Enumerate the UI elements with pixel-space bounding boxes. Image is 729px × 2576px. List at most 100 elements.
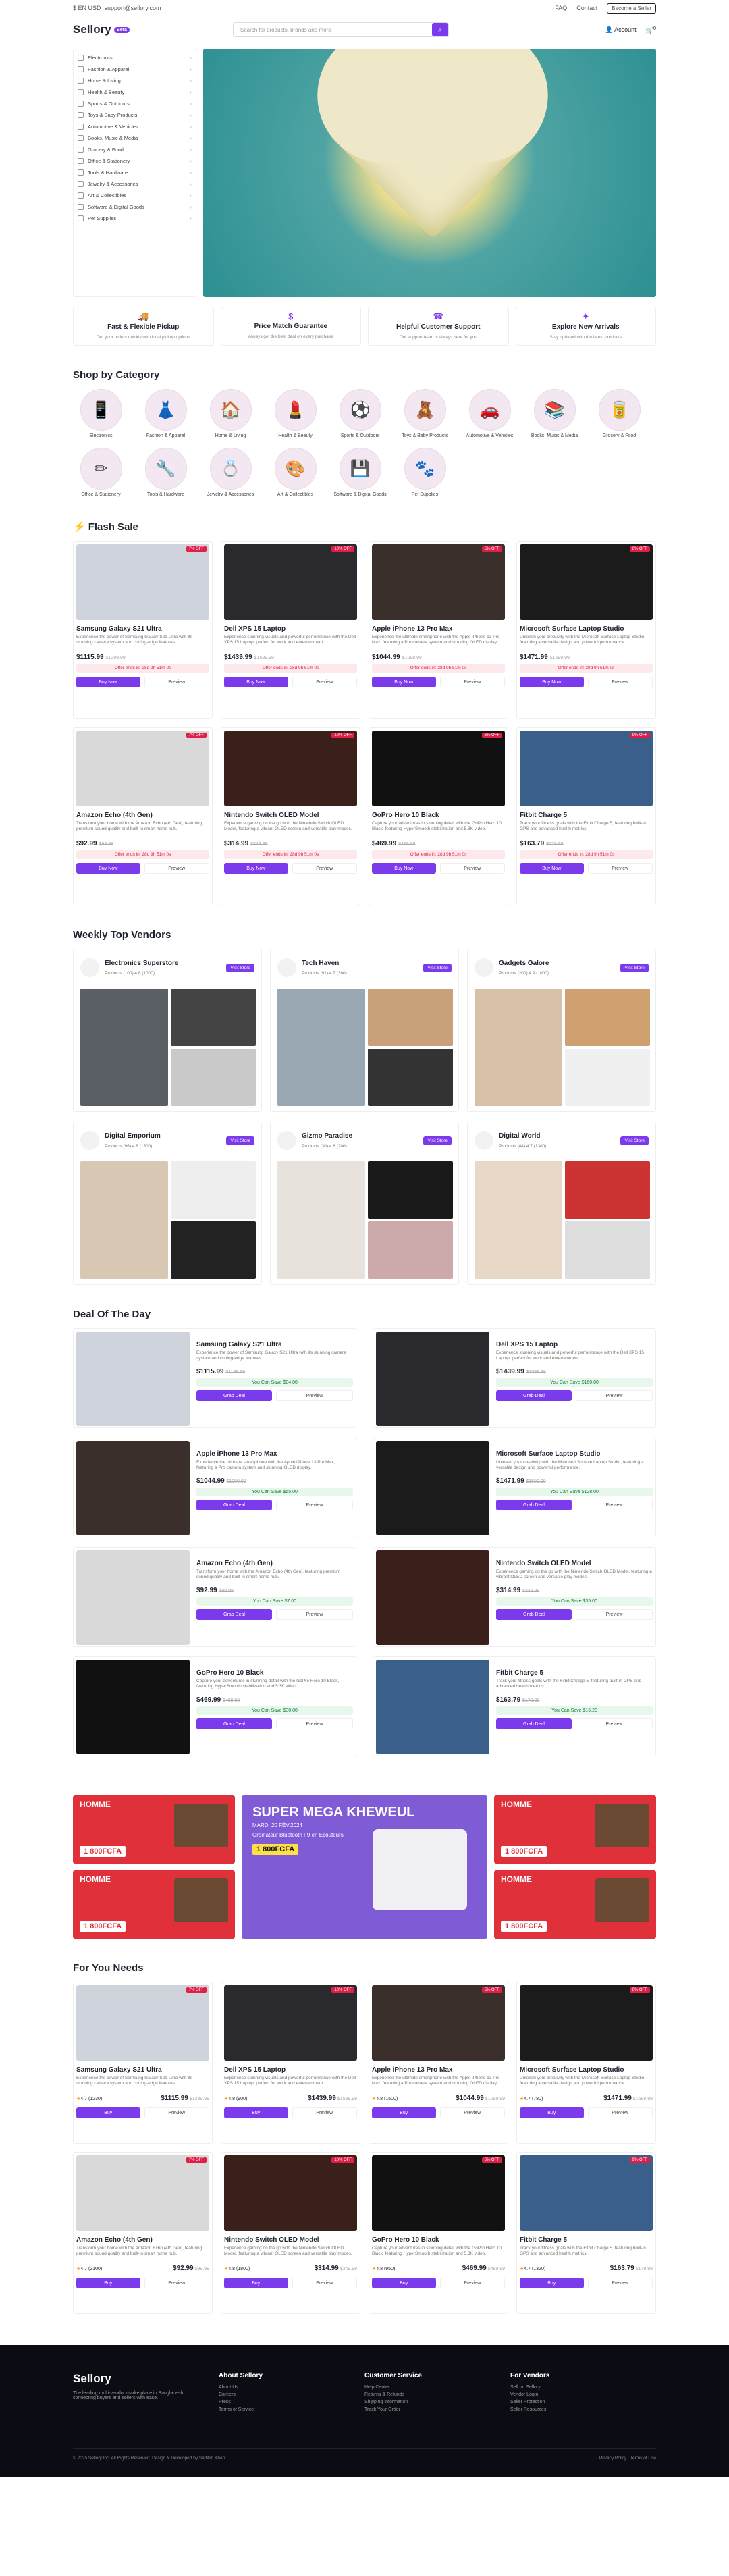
grab-deal-button[interactable]: Grab Deal <box>196 1390 272 1401</box>
category-item[interactable]: 🚗 Automotive & Vehicles <box>462 389 518 438</box>
product-card[interactable]: 7% OFF Samsung Galaxy S21 Ultra Experience… <box>73 541 213 719</box>
sidebar-item[interactable]: Software & Digital Goods › <box>78 201 192 213</box>
footer-link[interactable]: Careers <box>219 2392 364 2397</box>
grab-deal-button[interactable]: Grab Deal <box>196 1609 272 1620</box>
grab-deal-button[interactable]: Grab Deal <box>496 1718 572 1729</box>
sidebar-item[interactable]: Toys & Baby Products › <box>78 109 192 121</box>
category-item[interactable]: 💍 Jewelry & Accessories <box>202 448 259 497</box>
buy-now-button[interactable]: Buy Now <box>520 863 584 874</box>
product-name[interactable]: Samsung Galaxy S21 Ultra <box>76 625 209 633</box>
sidebar-item[interactable]: Office & Stationery › <box>78 155 192 167</box>
product-image[interactable]: 5% OFF <box>372 1985 505 2061</box>
promo-right-bottom[interactable]: HOMME 1 800FCFA <box>494 1870 656 1939</box>
product-name[interactable]: Dell XPS 15 Laptop <box>224 2066 357 2074</box>
vendor-image[interactable] <box>565 1161 650 1219</box>
footer-link[interactable]: About Us <box>219 2385 364 2390</box>
category-item[interactable]: 📱 Electronics <box>73 389 129 438</box>
buy-button[interactable]: Buy <box>224 2107 288 2118</box>
grab-deal-button[interactable]: Grab Deal <box>196 1718 272 1729</box>
deal-name[interactable]: Amazon Echo (4th Gen) <box>196 1560 353 1567</box>
vendor-image[interactable] <box>171 989 256 1046</box>
category-item[interactable]: 📚 Books, Music & Media <box>526 389 583 438</box>
product-image[interactable]: 8% OFF <box>520 544 653 620</box>
category-item[interactable]: 👗 Fashion & Apparel <box>138 389 194 438</box>
privacy-link[interactable]: Privacy Policy <box>599 2456 626 2461</box>
deal-image[interactable] <box>76 1660 190 1754</box>
product-name[interactable]: Samsung Galaxy S21 Ultra <box>76 2066 209 2074</box>
visit-store-button[interactable]: Visit Store <box>620 963 649 972</box>
product-card[interactable]: 7% OFF Amazon Echo (4th Gen) Transform you… <box>73 727 213 905</box>
sidebar-item[interactable]: Pet Supplies › <box>78 213 192 224</box>
sidebar-item[interactable]: Electronics › <box>78 52 192 63</box>
category-item[interactable]: 🎨 Art & Collectibles <box>267 448 323 497</box>
buy-now-button[interactable]: Buy Now <box>372 863 436 874</box>
contact-link[interactable]: Contact <box>576 5 597 11</box>
deal-image[interactable] <box>376 1332 489 1426</box>
category-item[interactable]: ⚽ Sports & Outdoors <box>332 389 388 438</box>
vendor-image[interactable] <box>475 989 562 1106</box>
product-name[interactable]: Apple iPhone 13 Pro Max <box>372 625 505 633</box>
vendor-image[interactable] <box>565 1049 650 1106</box>
promo-left-bottom[interactable]: HOMME 1 800FCFA <box>73 1870 235 1939</box>
deal-image[interactable] <box>76 1441 190 1535</box>
currency-select[interactable]: $ EN USD <box>73 5 101 11</box>
product-name[interactable]: Microsoft Surface Laptop Studio <box>520 2066 653 2074</box>
account-link[interactable]: 👤 Account <box>605 26 637 34</box>
category-item[interactable]: 🐾 Pet Supplies <box>397 448 453 497</box>
sidebar-item[interactable]: Jewelry & Accessories › <box>78 178 192 190</box>
faq-link[interactable]: FAQ <box>555 5 567 11</box>
footer-link[interactable]: Seller Protection <box>510 2400 656 2404</box>
product-image[interactable]: 9% OFF <box>520 2155 653 2231</box>
terms-link[interactable]: Terms of Use <box>630 2456 656 2461</box>
sidebar-item[interactable]: Books, Music & Media › <box>78 132 192 144</box>
product-card[interactable]: 5% OFF Apple iPhone 13 Pro Max Experience … <box>369 541 508 719</box>
preview-button[interactable]: Preview <box>587 677 653 687</box>
footer-link[interactable]: Track Your Order <box>364 2407 510 2412</box>
buy-now-button[interactable]: Buy Now <box>224 677 288 687</box>
search-icon[interactable]: ⌕ <box>431 23 448 36</box>
product-image[interactable]: 6% OFF <box>372 731 505 806</box>
category-item[interactable]: 💄 Health & Beauty <box>267 389 323 438</box>
category-item[interactable]: ✏ Office & Stationery <box>73 448 129 497</box>
sidebar-item[interactable]: Health & Beauty › <box>78 86 192 98</box>
footer-link[interactable]: Returns & Refunds <box>364 2392 510 2397</box>
vendor-image[interactable] <box>368 1049 453 1106</box>
footer-link[interactable]: Shipping Information <box>364 2400 510 2404</box>
vendor-name[interactable]: Electronics Superstore <box>105 960 178 967</box>
deal-image[interactable] <box>76 1550 190 1645</box>
grab-deal-button[interactable]: Grab Deal <box>496 1609 572 1620</box>
product-card[interactable]: 9% OFF Fitbit Charge 5 Track your fitness … <box>516 727 656 905</box>
visit-store-button[interactable]: Visit Store <box>226 963 254 972</box>
preview-button[interactable]: Preview <box>276 1500 353 1510</box>
footer-link[interactable]: Help Center <box>364 2385 510 2390</box>
product-image[interactable]: 9% OFF <box>520 731 653 806</box>
footer-link[interactable]: Sell on Sellory <box>510 2385 656 2390</box>
preview-button[interactable]: Preview <box>292 2278 357 2288</box>
footer-logo[interactable]: Sellory <box>73 2372 111 2385</box>
preview-button[interactable]: Preview <box>439 2278 505 2288</box>
preview-button[interactable]: Preview <box>587 2278 653 2288</box>
vendor-image[interactable] <box>368 989 453 1046</box>
deal-image[interactable] <box>76 1332 190 1426</box>
product-image[interactable]: 7% OFF <box>76 2155 209 2231</box>
vendor-image[interactable] <box>475 1161 562 1279</box>
product-name[interactable]: Nintendo Switch OLED Model <box>224 812 357 819</box>
deal-image[interactable] <box>376 1660 489 1754</box>
vendor-image[interactable] <box>368 1221 453 1279</box>
product-image[interactable]: 5% OFF <box>372 544 505 620</box>
hero-banner[interactable] <box>203 49 656 297</box>
category-item[interactable]: 🔧 Tools & Hardware <box>138 448 194 497</box>
preview-button[interactable]: Preview <box>276 1609 353 1620</box>
visit-store-button[interactable]: Visit Store <box>423 963 452 972</box>
grab-deal-button[interactable]: Grab Deal <box>196 1500 272 1510</box>
product-name[interactable]: Apple iPhone 13 Pro Max <box>372 2066 505 2074</box>
preview-button[interactable]: Preview <box>439 863 505 874</box>
preview-button[interactable]: Preview <box>587 863 653 874</box>
category-item[interactable]: 🥫 Grocery & Food <box>591 389 647 438</box>
promo-center[interactable]: SUPER MEGA KHEWEUL MARDI 20 FÉV.2024 Ordin… <box>242 1795 487 1939</box>
product-name[interactable]: Amazon Echo (4th Gen) <box>76 2236 209 2244</box>
preview-button[interactable]: Preview <box>587 2107 653 2118</box>
preview-button[interactable]: Preview <box>439 2107 505 2118</box>
footer-link[interactable]: Press <box>219 2400 364 2404</box>
preview-button[interactable]: Preview <box>576 1500 653 1510</box>
